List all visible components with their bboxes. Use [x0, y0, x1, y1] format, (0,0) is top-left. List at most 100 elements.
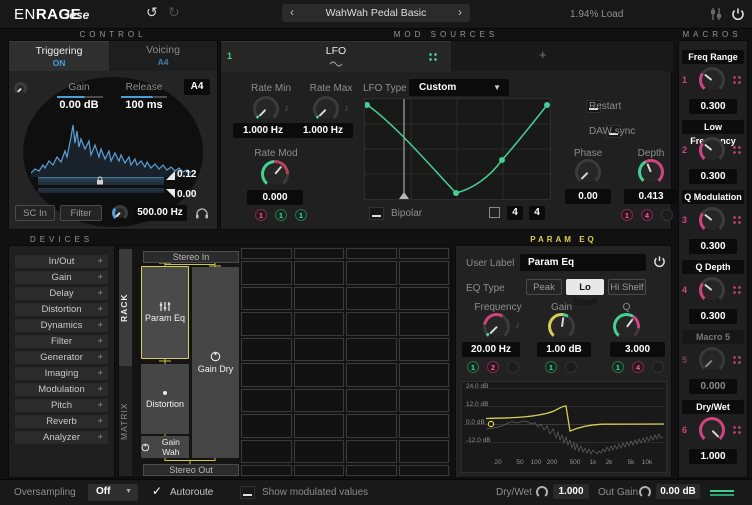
macro-label[interactable]: Q Depth [682, 260, 744, 274]
bipolar-checkbox[interactable] [369, 207, 384, 220]
add-device-button[interactable]: + [97, 351, 103, 364]
add-device-button[interactable]: + [97, 319, 103, 332]
preset-next-button[interactable]: › [458, 5, 462, 19]
device-category[interactable]: Distortion + [15, 303, 108, 316]
control-trim-knob[interactable] [14, 82, 27, 95]
phase-knob[interactable] [575, 159, 601, 185]
headphones-icon[interactable] [195, 207, 209, 219]
matrix-cell[interactable] [399, 261, 450, 285]
redo-button[interactable]: ↻ [168, 4, 180, 21]
rack-node-param-eq[interactable]: Param Eq [141, 266, 189, 359]
gain-value[interactable]: 0.00 dB [49, 99, 109, 111]
matrix-cell[interactable] [346, 363, 397, 387]
stereo-in-node[interactable]: Stereo In [143, 251, 239, 263]
eq-gain-knob[interactable] [548, 313, 575, 340]
sc-in-button[interactable]: SC In [15, 205, 55, 221]
rate-min-value[interactable]: 1.000 Hz [233, 123, 293, 138]
matrix-cell[interactable] [294, 261, 345, 285]
q-knob[interactable] [613, 313, 640, 340]
matrix-cell[interactable] [399, 312, 450, 336]
mod-slot-badge[interactable] [507, 361, 519, 373]
add-device-button[interactable]: + [97, 335, 103, 348]
eq-node-handle[interactable] [488, 421, 493, 426]
snap-x-value[interactable]: 4 [507, 206, 523, 220]
frequency-value[interactable]: 20.00 Hz [462, 342, 520, 357]
macro-value[interactable]: 0.300 [689, 309, 737, 324]
add-device-button[interactable]: + [97, 431, 103, 444]
eq-type-hi-shelf-button[interactable]: Hi Shelf [608, 279, 646, 295]
threshold-low-marker[interactable] [166, 189, 175, 198]
mod-assign-handle-icon[interactable] [428, 52, 438, 62]
matrix-cell[interactable] [346, 440, 397, 464]
matrix-cell[interactable] [294, 312, 345, 336]
rate-min-sync-note-icon[interactable]: ♪ [284, 103, 289, 114]
add-device-button[interactable]: + [97, 287, 103, 300]
matrix-cell[interactable] [241, 338, 292, 362]
matrix-cell[interactable] [399, 338, 450, 362]
macro-value[interactable]: 0.000 [689, 379, 737, 394]
frequency-knob[interactable] [483, 313, 510, 340]
preset-name[interactable]: WahWah Pedal Basic [282, 7, 470, 19]
matrix-cell[interactable] [241, 261, 292, 285]
power-icon[interactable] [731, 7, 745, 21]
mod-assign-handle-icon[interactable] [732, 75, 742, 85]
filter-freq-value[interactable]: 500.00 Hz [133, 205, 187, 221]
macro-knob[interactable] [699, 347, 725, 373]
matrix-cell[interactable] [399, 248, 450, 259]
matrix-cell[interactable] [399, 465, 450, 476]
tab-triggering[interactable]: Triggering ON [9, 41, 109, 71]
mod-slot-badge[interactable] [652, 361, 664, 373]
depth-knob[interactable] [638, 159, 664, 185]
matrix-cell[interactable] [241, 440, 292, 464]
matrix-cell[interactable] [399, 389, 450, 413]
rate-min-knob[interactable] [253, 96, 279, 122]
macro-knob[interactable] [699, 67, 725, 93]
show-modulated-checkbox[interactable] [240, 486, 255, 499]
mod-slot-badge[interactable]: 4 [641, 209, 653, 221]
matrix-cell[interactable] [241, 363, 292, 387]
dry-wet-value[interactable]: 1.000 [553, 484, 589, 499]
macro-label[interactable]: Macro 5 [682, 330, 744, 344]
lfo-curve-editor[interactable] [364, 98, 551, 200]
macro-label[interactable]: Dry/Wet [682, 400, 744, 414]
mod-slot-badge[interactable]: 4 [632, 361, 644, 373]
matrix-cell[interactable] [346, 261, 397, 285]
settings-sliders-icon[interactable] [708, 7, 724, 21]
rack-node-gain-dry[interactable]: Gain Dry [192, 267, 239, 458]
macro-knob[interactable] [699, 137, 725, 163]
macro-value[interactable]: 0.300 [689, 99, 737, 114]
frequency-sync-note-icon[interactable]: ♪ [515, 320, 520, 331]
add-device-button[interactable]: + [97, 415, 103, 428]
rate-max-knob[interactable] [313, 96, 339, 122]
device-category[interactable]: Gain + [15, 271, 108, 284]
tab-voicing[interactable]: Voicing A4 [109, 41, 217, 71]
snap-y-value[interactable]: 4 [529, 206, 545, 220]
tab-lfo[interactable]: 1 LFO [221, 41, 451, 72]
oversampling-dropdown[interactable]: Off ▼ [88, 484, 138, 501]
threshold-slider-low[interactable] [38, 188, 164, 193]
user-label-input[interactable]: Param Eq [520, 254, 646, 271]
matrix-cell[interactable] [399, 363, 450, 387]
release-value[interactable]: 100 ms [114, 99, 174, 111]
macro-label[interactable]: Q Modulation [682, 190, 744, 204]
autoroute-checkbox[interactable]: ✓ [152, 484, 162, 498]
filter-button[interactable]: Filter [60, 205, 102, 221]
macro-value[interactable]: 1.000 [689, 449, 737, 464]
device-category[interactable]: Filter + [15, 335, 108, 348]
macro-knob[interactable] [699, 207, 725, 233]
matrix-cell[interactable] [294, 465, 345, 476]
phase-value[interactable]: 0.00 [565, 189, 611, 204]
matrix-cell[interactable] [241, 465, 292, 476]
eq-graph[interactable]: 24.0 dB12.0 dB0.0 dB-12.0 dB 20501002005… [461, 381, 667, 473]
mod-slot-badge[interactable]: 1 [255, 209, 267, 221]
matrix-cell[interactable] [294, 440, 345, 464]
matrix-cell[interactable] [294, 287, 345, 311]
q-value[interactable]: 3.000 [610, 342, 665, 357]
matrix-cell[interactable] [241, 312, 292, 336]
rate-mod-value[interactable]: 0.000 [247, 190, 303, 205]
matrix-cell[interactable] [346, 287, 397, 311]
mod-slot-badge[interactable]: 1 [467, 361, 479, 373]
mod-assign-handle-icon[interactable] [732, 425, 742, 435]
matrix-cell[interactable] [346, 389, 397, 413]
add-device-button[interactable]: + [97, 303, 103, 316]
